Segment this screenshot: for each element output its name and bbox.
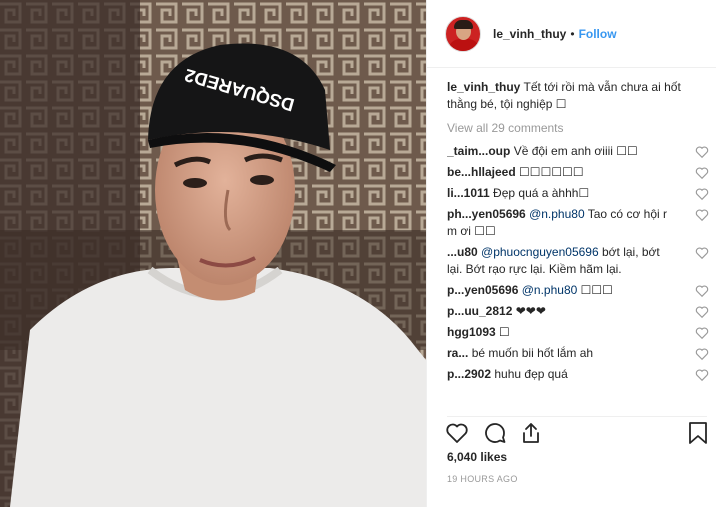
comment-mention[interactable]: @phuocnguyen05696: [481, 245, 599, 259]
comment-text: p...yen05696 @n.phu80 ☐☐☐: [447, 282, 675, 299]
comment-row: p...2902 huhu đẹp quá: [447, 366, 709, 383]
comment-row: _taim...oup Về đội em anh ơiiii ☐☐: [447, 143, 709, 160]
comment-row: ...u80 @phuocnguyen05696 bớt lại, bớt lạ…: [447, 244, 709, 278]
comment-body: Đẹp quá a àhhh☐: [493, 186, 590, 200]
comment-username[interactable]: ph...yen05696: [447, 207, 526, 221]
comment-like-heart-icon[interactable]: [695, 347, 709, 361]
caption-username[interactable]: le_vinh_thuy: [447, 80, 520, 94]
comment-username[interactable]: hgg1093: [447, 325, 496, 339]
heart-icon[interactable]: [445, 421, 469, 445]
comment-username[interactable]: p...yen05696: [447, 283, 518, 297]
comment-username[interactable]: ...u80: [447, 245, 478, 259]
comment-row: be...hllajeed ☐☐☐☐☐☐: [447, 164, 709, 181]
comment-username[interactable]: li...1011: [447, 186, 490, 200]
comment-text: p...uu_2812 ❤❤❤: [447, 303, 675, 320]
comment-username[interactable]: p...uu_2812: [447, 304, 512, 318]
follow-button[interactable]: Follow: [579, 27, 617, 41]
view-all-comments-link[interactable]: View all 29 comments: [447, 121, 709, 135]
comment-body: bé muốn bii hốt lắm ah: [471, 346, 594, 360]
bookmark-icon[interactable]: [687, 421, 709, 445]
comment-icon[interactable]: [483, 421, 507, 445]
comment-body: ☐: [499, 325, 510, 339]
comment-row: p...uu_2812 ❤❤❤: [447, 303, 709, 320]
post-photo[interactable]: DSQUARED2: [0, 0, 426, 507]
comment-body: ☐☐☐☐☐☐: [519, 165, 584, 179]
comment-like-heart-icon[interactable]: [695, 284, 709, 298]
comment-like-heart-icon[interactable]: [695, 166, 709, 180]
post-panel: le_vinh_thuy • Follow le_vinh_thuy Tết t…: [426, 0, 716, 507]
likes-count[interactable]: 6,040 likes: [447, 450, 507, 464]
header-username[interactable]: le_vinh_thuy: [493, 27, 566, 41]
comment-row: hgg1093 ☐: [447, 324, 709, 341]
comment-text: ph...yen05696 @n.phu80 Tao có cơ hội r m…: [447, 206, 675, 240]
avatar[interactable]: [445, 15, 481, 52]
comment-text: li...1011 Đẹp quá a àhhh☐: [447, 185, 675, 202]
comment-like-heart-icon[interactable]: [695, 326, 709, 340]
comment-body: Về đội em anh ơiiii ☐☐: [513, 144, 638, 158]
comment-text: hgg1093 ☐: [447, 324, 675, 341]
post-header: le_vinh_thuy • Follow: [427, 0, 716, 68]
comment-row: li...1011 Đẹp quá a àhhh☐: [447, 185, 709, 202]
action-bar: [445, 416, 709, 446]
comment-like-heart-icon[interactable]: [695, 145, 709, 159]
comment-username[interactable]: ra...: [447, 346, 468, 360]
comment-body: ☐☐☐: [580, 283, 613, 297]
comment-username[interactable]: be...hllajeed: [447, 165, 516, 179]
comment-text: ra... bé muốn bii hốt lắm ah: [447, 345, 675, 362]
comment-mention[interactable]: @n.phu80: [529, 207, 585, 221]
comment-row: p...yen05696 @n.phu80 ☐☐☐: [447, 282, 709, 299]
comment-text: p...2902 huhu đẹp quá: [447, 366, 675, 383]
comment-text: _taim...oup Về đội em anh ơiiii ☐☐: [447, 143, 675, 160]
comment-like-heart-icon[interactable]: [695, 208, 709, 222]
share-icon[interactable]: [519, 421, 543, 445]
comments-list[interactable]: le_vinh_thuy Tết tới rồi mà vẫn chưa ai …: [447, 79, 709, 409]
selfie-image: DSQUARED2: [0, 0, 426, 507]
comment-text: be...hllajeed ☐☐☐☐☐☐: [447, 164, 675, 181]
comment-username[interactable]: p...2902: [447, 367, 491, 381]
comment-row: ph...yen05696 @n.phu80 Tao có cơ hội r m…: [447, 206, 709, 240]
comment-text: ...u80 @phuocnguyen05696 bớt lại, bớt lạ…: [447, 244, 675, 278]
comment-row: ra... bé muốn bii hốt lắm ah: [447, 345, 709, 362]
comment-mention[interactable]: @n.phu80: [522, 283, 578, 297]
comment-like-heart-icon[interactable]: [695, 368, 709, 382]
comment-username[interactable]: _taim...oup: [447, 144, 510, 158]
comment-body: huhu đẹp quá: [494, 367, 568, 381]
comment-like-heart-icon[interactable]: [695, 246, 709, 260]
separator-dot: •: [570, 26, 575, 41]
comment-body: ❤❤❤: [515, 304, 546, 318]
comment-like-heart-icon[interactable]: [695, 305, 709, 319]
post-timestamp: 19 HOURS AGO: [447, 474, 518, 484]
caption: le_vinh_thuy Tết tới rồi mà vẫn chưa ai …: [447, 79, 709, 113]
comment-like-heart-icon[interactable]: [695, 187, 709, 201]
